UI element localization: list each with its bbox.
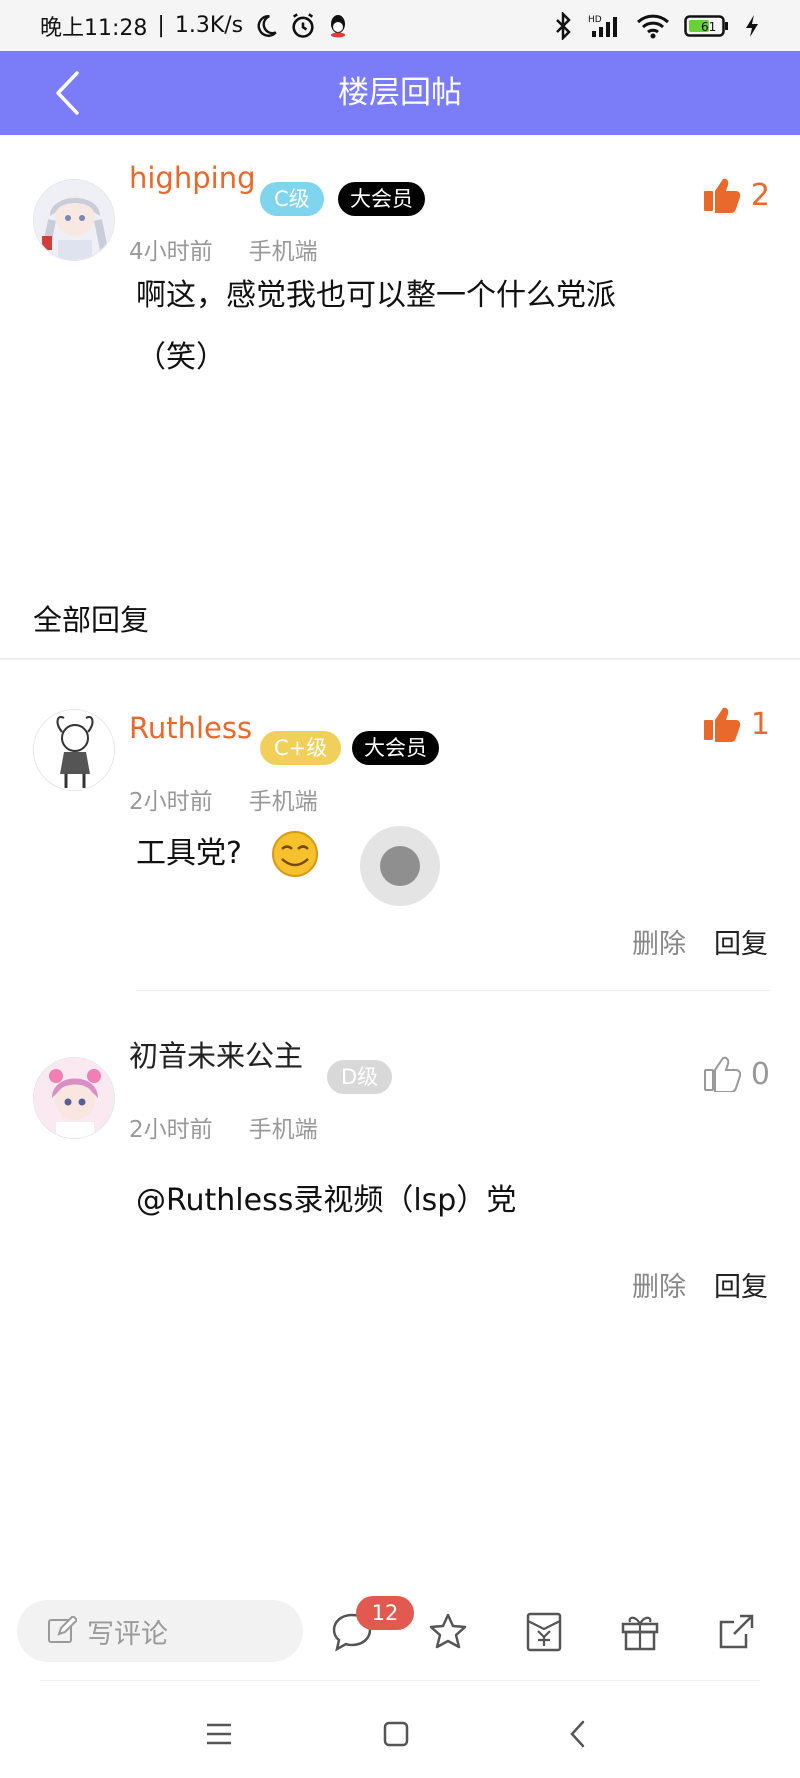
divider bbox=[40, 1680, 760, 1681]
svg-text:HD: HD bbox=[588, 15, 602, 25]
username[interactable]: highping bbox=[129, 161, 255, 195]
avatar[interactable] bbox=[33, 179, 115, 261]
yuan-envelope-icon bbox=[526, 1612, 562, 1652]
status-time: 晚上11:28 bbox=[40, 15, 148, 41]
gift-button[interactable] bbox=[618, 1610, 662, 1654]
delete-button[interactable]: 删除 bbox=[632, 1272, 686, 1303]
status-divider: | bbox=[157, 13, 165, 38]
username[interactable]: Ruthless bbox=[129, 711, 252, 745]
status-bar: 晚上11:28 | 1.3K/s HD 61 bbox=[0, 0, 800, 51]
avatar[interactable] bbox=[33, 1057, 115, 1139]
favorite-button[interactable] bbox=[426, 1610, 470, 1654]
post-time: 2小时前 bbox=[129, 1117, 213, 1143]
status-right: HD 61 bbox=[554, 11, 760, 40]
delete-button[interactable]: 删除 bbox=[632, 929, 686, 960]
divider bbox=[136, 990, 770, 991]
like-button[interactable]: 2 bbox=[703, 177, 770, 213]
post-device: 手机端 bbox=[248, 789, 318, 815]
thumbs-up-icon bbox=[703, 707, 741, 742]
wifi-icon bbox=[636, 13, 670, 39]
post-content-line: 啊这，感觉我也可以整一个什么党派 bbox=[136, 278, 616, 313]
username[interactable]: 初音未来公主 bbox=[129, 1033, 303, 1075]
reply-button[interactable]: 回复 bbox=[714, 1272, 768, 1303]
status-left: 晚上11:28 | 1.3K/s bbox=[40, 10, 349, 42]
alarm-icon bbox=[289, 12, 317, 40]
grin-emoji-icon bbox=[271, 831, 318, 877]
reply-item: Ruthless C+级 大会员 2小时前 手机端 1 工具党? 删除 回复 bbox=[0, 660, 800, 990]
signal-icon: HD bbox=[588, 13, 622, 39]
reply-actions: 删除 回复 bbox=[632, 1265, 768, 1304]
page-title: 楼层回帖 bbox=[338, 75, 462, 111]
share-icon bbox=[719, 1614, 754, 1649]
share-button[interactable] bbox=[714, 1610, 758, 1654]
comment-count-badge: 12 bbox=[356, 1596, 414, 1630]
touch-indicator bbox=[360, 826, 440, 906]
edit-icon bbox=[48, 1616, 77, 1643]
battery-icon: 61 bbox=[684, 14, 730, 38]
reply-item: 初音未来公主 D级 2小时前 手机端 0 @Ruthless录视频（lsp）党 删… bbox=[0, 1000, 800, 1320]
vip-badge: 大会员 bbox=[352, 731, 439, 765]
post-content-line: （笑） bbox=[136, 340, 226, 375]
thumbs-up-icon bbox=[703, 178, 741, 213]
home-square-icon bbox=[383, 1721, 409, 1747]
moon-icon bbox=[253, 13, 279, 39]
system-nav-bar bbox=[0, 1690, 800, 1778]
post-meta: 2小时前 手机端 bbox=[129, 1110, 318, 1144]
menu-icon bbox=[207, 1723, 231, 1745]
post-device: 手机端 bbox=[248, 239, 318, 265]
reply-text: 工具党? bbox=[136, 836, 242, 871]
comment-input[interactable]: 写评论 bbox=[17, 1600, 303, 1662]
level-badge: C+级 bbox=[260, 731, 342, 765]
charging-icon bbox=[744, 14, 760, 38]
avatar-image bbox=[34, 1058, 114, 1138]
like-count: 2 bbox=[750, 177, 770, 213]
avatar-image bbox=[34, 710, 114, 790]
avatar-image bbox=[34, 180, 114, 260]
coin-button[interactable] bbox=[522, 1610, 566, 1654]
vip-badge: 大会员 bbox=[338, 182, 425, 216]
thumbs-up-outline-icon bbox=[703, 1056, 741, 1092]
bottom-action-bar: 写评论 12 bbox=[0, 1596, 800, 1676]
section-title: 全部回复 bbox=[33, 603, 150, 637]
bluetooth-icon bbox=[554, 11, 574, 40]
like-count: 1 bbox=[750, 706, 770, 742]
gift-icon bbox=[621, 1616, 659, 1651]
home-nav-button[interactable] bbox=[374, 1712, 418, 1756]
reply-content: 工具党? bbox=[136, 823, 320, 885]
like-button[interactable]: 0 bbox=[703, 1056, 770, 1092]
qq-icon bbox=[327, 13, 349, 39]
back-nav-button[interactable] bbox=[556, 1712, 600, 1756]
post-time: 2小时前 bbox=[129, 789, 213, 815]
post-meta: 2小时前 手机端 bbox=[129, 782, 318, 816]
like-button[interactable]: 1 bbox=[703, 706, 770, 742]
avatar[interactable] bbox=[33, 709, 115, 791]
comment-placeholder: 写评论 bbox=[87, 1618, 168, 1650]
chevron-left-icon bbox=[570, 1720, 585, 1748]
level-badge: C级 bbox=[260, 182, 324, 216]
reply-content: @Ruthless录视频（lsp）党 bbox=[136, 1183, 517, 1218]
header: 楼层回帖 bbox=[0, 51, 800, 135]
post-time: 4小时前 bbox=[129, 239, 213, 265]
post-content: 啊这，感觉我也可以整一个什么党派 （笑） bbox=[136, 265, 616, 389]
main-post: highping C级 大会员 4小时前 手机端 2 啊这，感觉我也可以整一个什么… bbox=[0, 135, 800, 535]
reply-button[interactable]: 回复 bbox=[714, 929, 768, 960]
menu-nav-button[interactable] bbox=[197, 1712, 241, 1756]
star-icon bbox=[429, 1613, 467, 1649]
reply-actions: 删除 回复 bbox=[632, 922, 768, 961]
like-count: 0 bbox=[750, 1056, 770, 1092]
post-meta: 4小时前 手机端 bbox=[129, 232, 318, 266]
network-speed: 1.3K/s bbox=[174, 13, 244, 38]
level-badge: D级 bbox=[327, 1060, 393, 1094]
battery-level: 61 bbox=[701, 20, 716, 34]
post-device: 手机端 bbox=[248, 1117, 318, 1143]
